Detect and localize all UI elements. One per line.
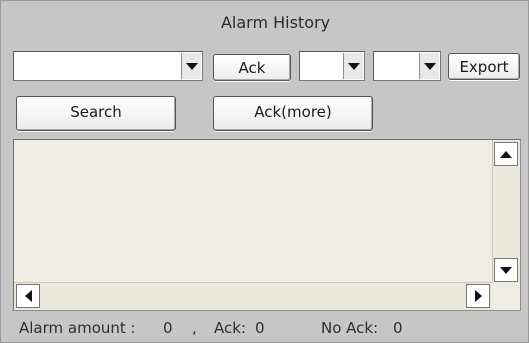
ack-count-value: 0 (255, 319, 265, 337)
ack-button-label: Ack (238, 59, 266, 77)
arrow-up-icon (500, 150, 512, 158)
chevron-down-icon (423, 62, 436, 70)
panel-title: Alarm History (220, 13, 331, 32)
alarm-amount-value: 0 (163, 319, 173, 337)
scroll-down-button[interactable] (494, 258, 518, 282)
scroll-right-button[interactable] (466, 284, 490, 308)
chevron-down-icon (185, 62, 198, 70)
horizontal-scrollbar[interactable] (14, 282, 492, 310)
ack-more-button-label: Ack(more) (254, 103, 332, 121)
ack-button[interactable]: Ack (213, 54, 291, 81)
no-ack-count-label: No Ack: (321, 319, 379, 337)
filter-dropdown-button[interactable] (181, 53, 201, 79)
status-separator: , (192, 319, 197, 337)
no-ack-count-value: 0 (393, 319, 403, 337)
export-button-label: Export (459, 58, 509, 76)
export-button[interactable]: Export (448, 53, 520, 80)
combo-2[interactable] (299, 51, 365, 81)
combo-2-dropdown-button[interactable] (343, 53, 363, 79)
ack-count-label: Ack: (214, 319, 246, 337)
alarm-list[interactable] (13, 139, 521, 311)
search-button-label: Search (70, 103, 122, 121)
arrow-left-icon (24, 290, 32, 302)
ack-more-button[interactable]: Ack(more) (213, 96, 373, 131)
scroll-up-button[interactable] (494, 142, 518, 166)
arrow-down-icon (500, 266, 512, 274)
scrollbar-corner (492, 282, 520, 310)
arrow-right-icon (474, 290, 482, 302)
scroll-left-button[interactable] (16, 284, 40, 308)
chevron-down-icon (347, 62, 360, 70)
combo-3[interactable] (373, 51, 441, 81)
alarm-amount-label: Alarm amount : (19, 319, 136, 337)
alarm-history-panel: Alarm History Ack Export Search Ack(more… (0, 0, 529, 343)
search-button[interactable]: Search (16, 96, 176, 131)
vertical-scrollbar[interactable] (492, 140, 520, 284)
filter-combobox[interactable] (13, 51, 203, 81)
combo-3-dropdown-button[interactable] (419, 53, 439, 79)
